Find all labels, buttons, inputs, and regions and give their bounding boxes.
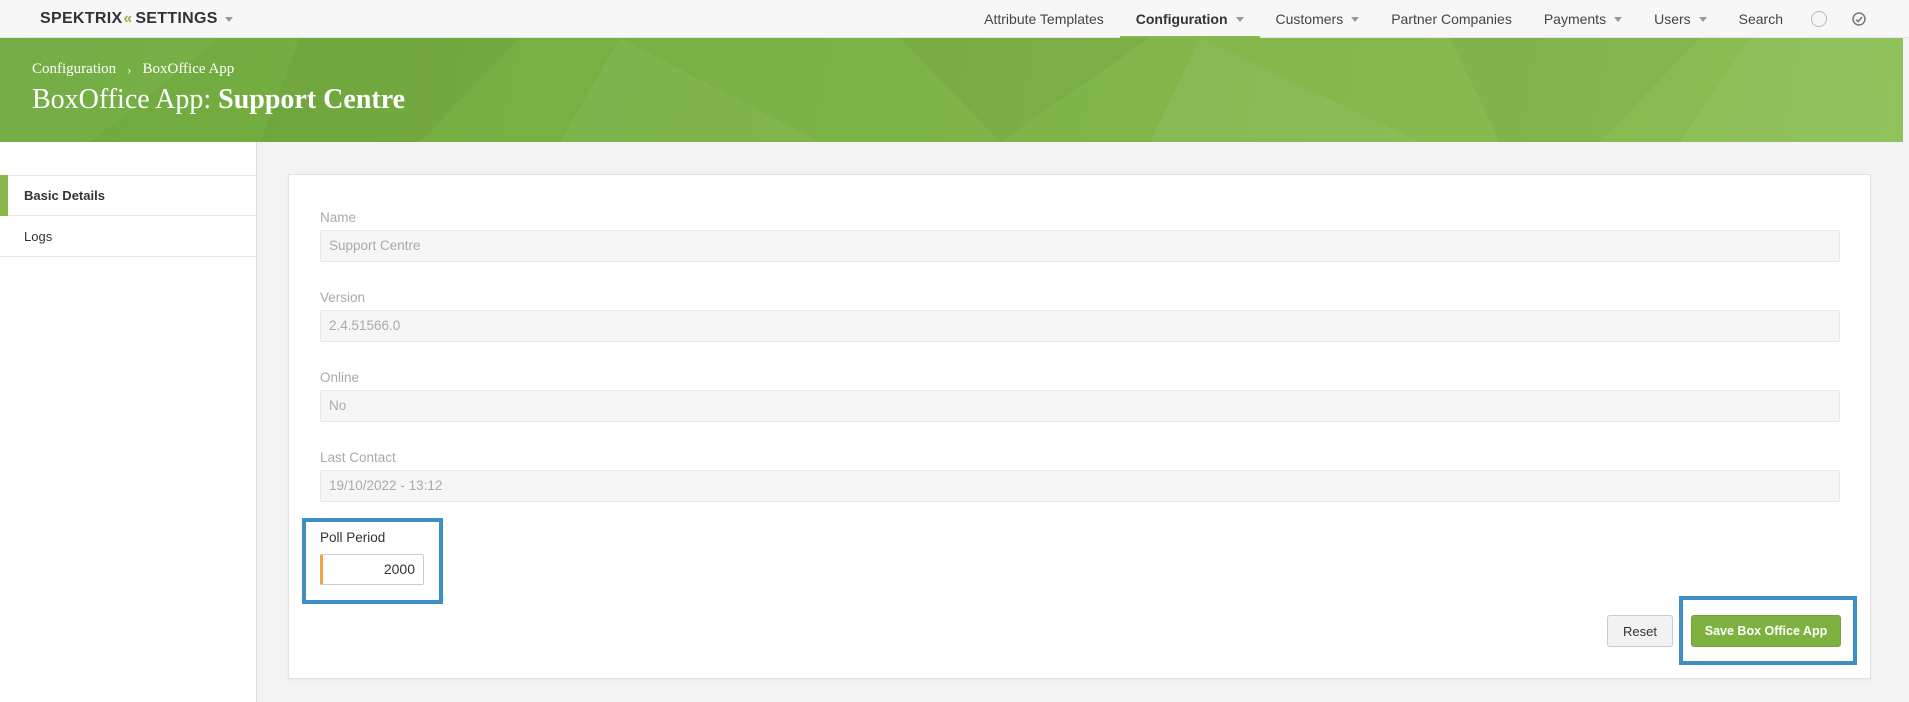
nav-label: Configuration	[1135, 11, 1228, 27]
nav-users[interactable]: Users	[1638, 0, 1723, 38]
sidebar-item-label: Logs	[24, 228, 53, 244]
chevron-down-icon	[1614, 16, 1623, 22]
refresh-icon[interactable]	[1839, 0, 1879, 38]
chevron-down-icon	[1235, 16, 1244, 22]
page-title-prefix: BoxOffice App:	[32, 84, 219, 115]
online-label: Online	[320, 370, 360, 385]
brand-suffix: SETTINGS	[135, 10, 218, 27]
breadcrumb: Configuration › BoxOffice App	[32, 61, 234, 78]
online-field: No	[320, 390, 1840, 422]
sidebar-item-basic-details[interactable]: Basic Details	[0, 175, 256, 216]
brand-text: SPEKTRIX	[40, 10, 123, 27]
page-title-name: Support Centre	[218, 84, 406, 115]
nav-customers[interactable]: Customers	[1260, 0, 1376, 38]
nav-label: Users	[1654, 11, 1691, 27]
spektrix-settings-menu[interactable]: SPEKTRIX « SETTINGS	[40, 9, 233, 29]
nav-partner-companies[interactable]: Partner Companies	[1375, 0, 1528, 38]
page-title: BoxOffice App: Support Centre	[32, 84, 405, 116]
last-contact-label: Last Contact	[320, 450, 396, 465]
nav-label: Search	[1738, 11, 1783, 27]
page-header-banner: Configuration › BoxOffice App BoxOffice …	[0, 38, 1903, 142]
last-contact-field: 19/10/2022 - 13:12	[320, 470, 1840, 502]
sidebar-item-logs[interactable]: Logs	[0, 216, 256, 257]
nav-search[interactable]: Search	[1723, 0, 1799, 38]
nav-label: Partner Companies	[1391, 11, 1512, 27]
name-field: Support Centre	[320, 230, 1840, 262]
breadcrumb-boxoffice-app-link[interactable]: BoxOffice App	[143, 61, 235, 78]
sidebar-item-label: Basic Details	[24, 188, 105, 203]
version-label: Version	[320, 290, 366, 305]
chevron-down-icon	[1351, 16, 1360, 22]
sidebar: Basic Details Logs	[0, 142, 257, 702]
nav-label: Attribute Templates	[984, 11, 1104, 27]
brand-chevrons-icon: «	[123, 10, 132, 27]
nav-configuration[interactable]: Configuration	[1119, 0, 1260, 39]
breadcrumb-configuration-link[interactable]: Configuration	[32, 61, 116, 78]
poll-period-highlight	[302, 518, 443, 604]
details-form-card: Name Support Centre Version 2.4.51566.0 …	[288, 174, 1871, 679]
status-circle-icon[interactable]	[1799, 0, 1839, 38]
top-navbar: SPEKTRIX « SETTINGS Attribute Templates …	[0, 0, 1909, 39]
name-label: Name	[320, 210, 357, 225]
breadcrumb-separator: ›	[127, 61, 132, 77]
chevron-down-icon	[1698, 16, 1707, 22]
reset-button[interactable]: Reset	[1607, 615, 1673, 647]
nav-attribute-templates[interactable]: Attribute Templates	[968, 0, 1120, 38]
save-button-highlight	[1679, 596, 1857, 665]
nav-label: Payments	[1543, 11, 1607, 27]
nav-payments[interactable]: Payments	[1528, 0, 1638, 38]
version-field: 2.4.51566.0	[320, 310, 1840, 342]
chevron-down-icon	[224, 16, 233, 22]
nav-label: Customers	[1275, 11, 1344, 27]
